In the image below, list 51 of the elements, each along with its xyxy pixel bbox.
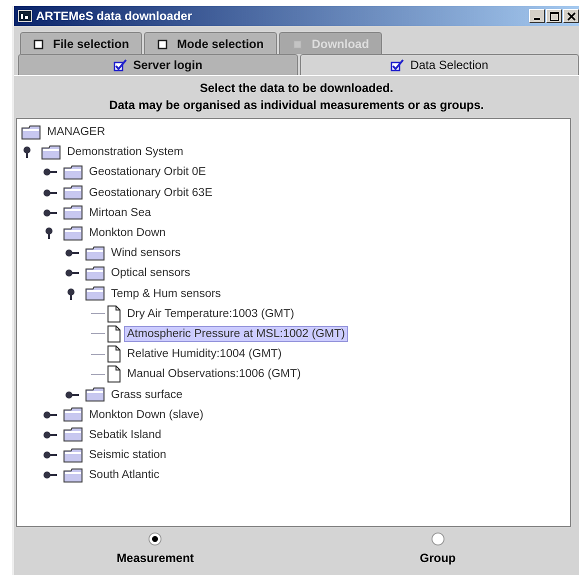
radio-option[interactable]: Group <box>296 527 579 575</box>
radio-option[interactable]: Measurement <box>14 527 296 575</box>
folder-icon <box>63 427 83 442</box>
folder-icon <box>85 266 105 281</box>
instruction-text: Data may be organised as individual measurements or as groups. <box>108 97 485 114</box>
tree-item[interactable]: Geostationary Orbit 63E <box>87 186 214 200</box>
tree-item[interactable]: Grass surface <box>109 388 185 402</box>
instruction-text: Select the data to be downloaded. <box>198 80 394 97</box>
folder-icon <box>63 468 83 483</box>
tree-item[interactable]: Relative Humidity:1004 (GMT) <box>125 347 284 362</box>
folder-icon <box>63 164 83 180</box>
maximize-button[interactable] <box>546 9 562 23</box>
document-icon <box>107 365 121 384</box>
document-icon <box>107 324 121 343</box>
folder-icon <box>41 144 61 160</box>
tree-item[interactable]: Manual Observations:1006 (GMT) <box>125 367 303 382</box>
tab[interactable]: Mode selection <box>144 32 277 54</box>
tree-item[interactable]: Optical sensors <box>109 266 192 280</box>
tree-item[interactable]: Monkton Down (slave) <box>87 408 206 422</box>
close-button[interactable] <box>563 9 579 23</box>
tree-item[interactable]: Demonstration System <box>65 145 186 160</box>
tree-item[interactable]: Atmospheric Pressure at MSL:1002 (GMT) <box>125 326 347 341</box>
folder-icon <box>63 205 83 220</box>
window-title: ARTEMeS data downloader <box>36 9 194 23</box>
tree-item[interactable]: Sebatik Island <box>87 428 164 442</box>
tree-item[interactable]: MANAGER <box>45 125 108 140</box>
document-icon <box>107 304 121 323</box>
close-icon <box>566 12 576 20</box>
folder-icon <box>63 226 83 241</box>
tree-item[interactable]: Mirtoan Sea <box>87 206 154 220</box>
tab[interactable]: Data Selection <box>300 54 579 75</box>
tree-item[interactable]: Seismic station <box>87 448 168 462</box>
tab[interactable]: Server login <box>18 54 298 75</box>
document-icon <box>107 345 121 364</box>
tree-item[interactable]: Temp & Hum sensors <box>109 286 223 301</box>
tree-item[interactable]: Dry Air Temperature:1003 (GMT) <box>125 306 296 321</box>
minimize-button[interactable] <box>529 9 545 23</box>
folder-icon <box>85 286 105 302</box>
tree-item[interactable]: South Atlantic <box>87 468 162 482</box>
folder-icon <box>63 448 83 463</box>
tab[interactable]: File selection <box>20 32 142 54</box>
folder-icon <box>63 185 83 200</box>
maximize-icon <box>550 12 558 20</box>
folder-icon <box>63 407 83 422</box>
folder-icon <box>21 124 41 140</box>
tree-item[interactable]: Monkton Down <box>87 226 168 240</box>
app-icon <box>18 10 32 22</box>
folder-icon <box>85 246 105 261</box>
tree-item[interactable]: Geostationary Orbit 0E <box>87 165 208 180</box>
tree-item[interactable]: Wind sensors <box>109 246 183 260</box>
folder-icon <box>85 387 105 402</box>
